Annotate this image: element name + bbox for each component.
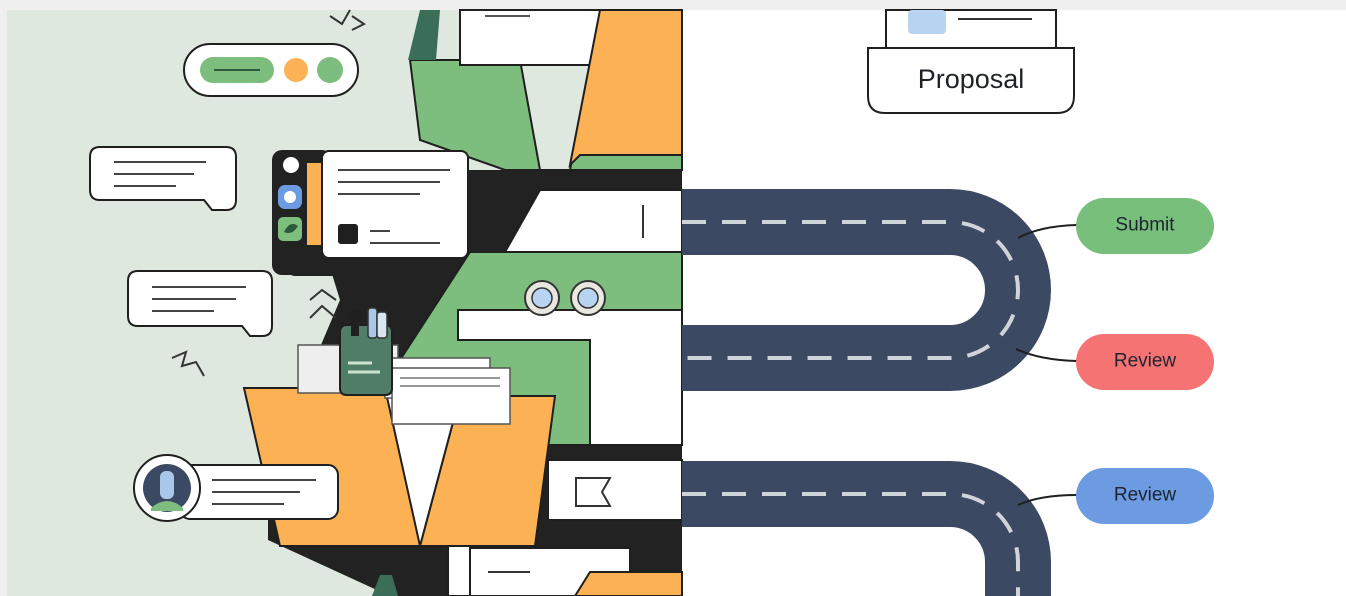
app-window-card [272, 150, 469, 276]
circle-icon [281, 155, 301, 175]
status-indicator-pill [183, 43, 359, 97]
proposal-title: Proposal [918, 64, 1025, 94]
pill-review-1: Review [1076, 334, 1214, 390]
upper-paper [459, 9, 601, 66]
eye-left [531, 287, 553, 309]
pill-submit-label: Submit [1115, 215, 1175, 236]
pill-review-1-label: Review [1114, 351, 1177, 372]
pill-submit: Submit [1076, 198, 1214, 254]
pill-review-2-label: Review [1114, 485, 1177, 506]
avatar-chat-bubble [133, 454, 339, 522]
eye-right [577, 287, 599, 309]
speech-bubble-2 [127, 270, 273, 337]
speech-bubble-1 [89, 146, 237, 211]
illustration-canvas: Submit Review Review Proposal [0, 0, 1346, 596]
proposal-image-icon [908, 10, 946, 34]
proposal-document: Proposal [867, 9, 1075, 114]
stacked-paper-3 [391, 367, 511, 425]
bottom-orange-folder [573, 571, 683, 596]
pill-review-2: Review [1076, 468, 1214, 524]
envelope-card [547, 459, 683, 521]
